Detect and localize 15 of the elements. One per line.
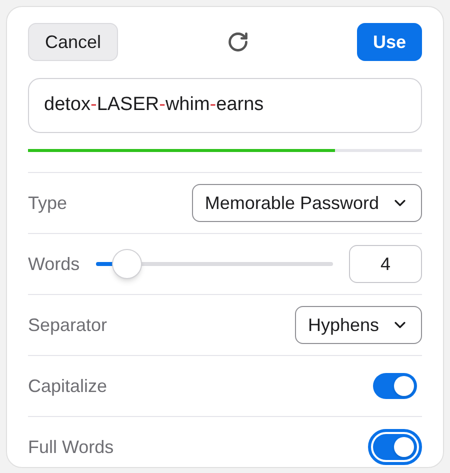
number-field[interactable]: 4 [349, 245, 422, 283]
toggle-switch[interactable] [368, 429, 422, 465]
option-label: Words [28, 252, 80, 276]
dropdown[interactable]: Hyphens [294, 306, 422, 344]
slider-thumb[interactable] [112, 249, 142, 279]
use-button[interactable]: Use [356, 23, 422, 61]
password-field[interactable]: detox-LASER-whim-earns [28, 78, 422, 133]
slider[interactable] [96, 248, 333, 280]
option-label: Separator [28, 314, 108, 337]
cancel-button[interactable]: Cancel [28, 23, 118, 61]
option-label: Capitalize [28, 374, 108, 398]
option-label: Full Words [28, 436, 114, 458]
refresh-icon[interactable] [226, 31, 248, 53]
option-label: Type [28, 192, 68, 215]
dropdown[interactable]: Memorable Password [192, 184, 422, 222]
